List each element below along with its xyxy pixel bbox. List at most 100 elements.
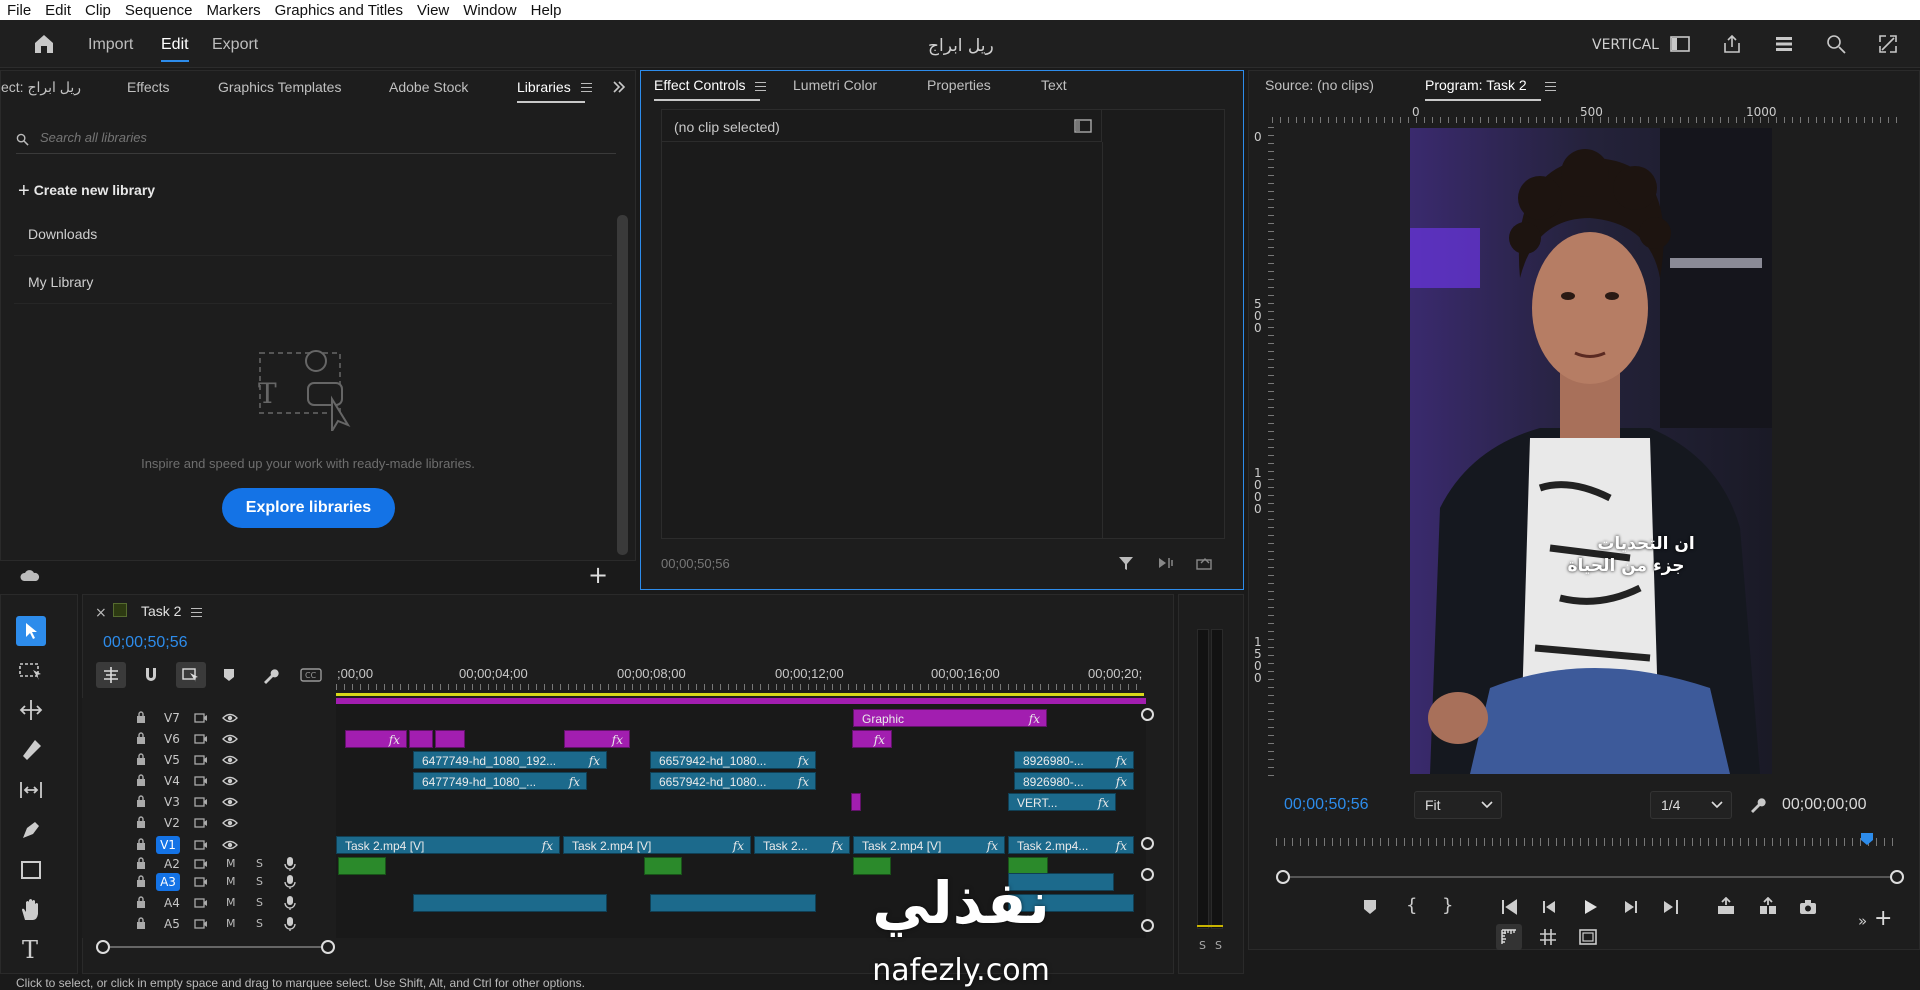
fx-badge[interactable]: fx <box>832 837 843 853</box>
timeline-clip[interactable]: 6657942-hd_1080... fx <box>650 772 816 790</box>
track-label[interactable]: V1 <box>156 836 180 854</box>
fx-badge[interactable]: fx <box>1116 752 1127 768</box>
lock-icon[interactable] <box>136 732 146 744</box>
share-icon[interactable] <box>1720 32 1744 56</box>
track-label[interactable]: A5 <box>164 917 180 931</box>
step-back-icon[interactable] <box>1540 897 1560 917</box>
sync-lock-icon[interactable] <box>194 876 208 892</box>
menu-file[interactable]: File <box>7 2 31 19</box>
timeline-clip[interactable]: fx <box>564 730 630 748</box>
timeline-timecode[interactable]: 00;00;50;56 <box>103 634 188 652</box>
timeline-clip[interactable] <box>435 730 465 748</box>
program-current-time[interactable]: 00;00;50;56 <box>1284 796 1369 814</box>
pen-tool-icon[interactable] <box>17 816 45 844</box>
menu-view[interactable]: View <box>417 2 449 19</box>
zoom-handle-right[interactable] <box>1890 870 1904 884</box>
sync-lock-icon[interactable] <box>194 712 208 728</box>
timeline-clip[interactable] <box>413 894 607 912</box>
sync-lock-icon[interactable] <box>194 775 208 791</box>
fx-badge[interactable]: fx <box>733 837 744 853</box>
tab-adobe-stock[interactable]: Adobe Stock <box>389 79 468 95</box>
queue-icon[interactable] <box>1772 32 1796 56</box>
program-zoom-bar[interactable] <box>1282 876 1896 878</box>
add-marker-timeline-icon[interactable] <box>222 667 236 683</box>
selection-tool[interactable] <box>16 616 46 646</box>
fx-badge[interactable]: fx <box>1116 773 1127 789</box>
track-label[interactable]: V3 <box>164 795 180 809</box>
eye-icon[interactable] <box>222 754 238 770</box>
add-library-icon[interactable]: + <box>588 561 608 589</box>
solo-button[interactable]: S <box>256 875 263 888</box>
timeline-clip[interactable]: Task 2... fx <box>754 836 850 854</box>
rectangle-tool-icon[interactable] <box>17 856 45 884</box>
library-search-input[interactable] <box>40 130 600 145</box>
lock-icon[interactable] <box>136 795 146 807</box>
export-frame-icon[interactable] <box>1195 555 1213 571</box>
panel-overflow-icon[interactable] <box>611 79 627 95</box>
menu-graphics[interactable]: Graphics and Titles <box>275 2 403 19</box>
play-audio-icon[interactable] <box>1157 555 1175 571</box>
timeline-clip[interactable]: Task 2.mp4 [V] fx <box>336 836 560 854</box>
filter-icon[interactable] <box>1117 554 1135 572</box>
workspace-label[interactable]: VERTICAL <box>1592 37 1659 53</box>
lift-icon[interactable] <box>1716 897 1736 917</box>
safe-zone-icon[interactable] <box>1578 927 1598 947</box>
timeline-clip[interactable]: Graphic fx <box>853 709 1047 727</box>
lock-icon[interactable] <box>136 875 146 887</box>
program-video-frame[interactable]: ان التحديات جزء من الحياة <box>1410 128 1772 774</box>
timeline-ruler-ticks[interactable] <box>336 684 1144 690</box>
mute-button[interactable]: M <box>226 896 236 909</box>
microphone-icon[interactable] <box>284 916 296 936</box>
audio-scroll-top-handle[interactable] <box>1141 868 1154 881</box>
resolution-dropdown[interactable]: 1/4 <box>1650 791 1732 819</box>
tab-import[interactable]: Import <box>88 36 133 54</box>
lock-icon[interactable] <box>136 857 146 869</box>
fx-badge[interactable]: fx <box>389 731 400 747</box>
work-area-bar[interactable] <box>336 693 1144 696</box>
menu-sequence[interactable]: Sequence <box>125 2 193 19</box>
tab-export[interactable]: Export <box>212 36 258 54</box>
home-icon[interactable] <box>32 32 56 56</box>
tab-graphics-templates[interactable]: Graphics Templates <box>218 79 341 95</box>
snap-magnet-icon[interactable] <box>142 666 160 684</box>
hand-tool-icon[interactable] <box>17 896 45 924</box>
audio-scroll-bottom-handle[interactable] <box>1141 919 1154 932</box>
timeline-zoom-bar[interactable] <box>102 946 328 948</box>
fx-badge[interactable]: fx <box>874 731 885 747</box>
menu-edit[interactable]: Edit <box>45 2 71 19</box>
tab-libraries[interactable]: Libraries <box>517 79 585 103</box>
menu-help[interactable]: Help <box>531 2 562 19</box>
explore-libraries-button[interactable]: Explore libraries <box>222 488 395 528</box>
sync-lock-icon[interactable] <box>194 858 208 874</box>
tab-source-monitor[interactable]: Source: (no clips) <box>1265 77 1374 93</box>
track-label[interactable]: A4 <box>164 896 180 910</box>
track-label[interactable]: V6 <box>164 732 180 746</box>
solo-button[interactable]: S <box>256 917 263 930</box>
wrench-icon[interactable] <box>1748 796 1766 814</box>
zoom-handle-left[interactable] <box>1276 870 1290 884</box>
eye-icon[interactable] <box>222 796 238 812</box>
slip-tool-icon[interactable] <box>17 776 45 804</box>
sequence-menu-icon[interactable] <box>191 608 202 617</box>
fx-badge[interactable]: fx <box>798 752 809 768</box>
library-item-downloads[interactable]: Downloads <box>14 212 612 256</box>
sync-lock-icon[interactable] <box>194 839 208 855</box>
lock-icon[interactable] <box>136 896 146 908</box>
eye-icon[interactable] <box>222 775 238 791</box>
audio-keyframe-clip[interactable] <box>338 857 386 875</box>
lock-icon[interactable] <box>136 753 146 765</box>
libraries-scrollbar[interactable] <box>617 215 628 555</box>
lock-icon[interactable] <box>136 816 146 828</box>
tab-project[interactable]: ect: ريل ابراج <box>1 79 81 96</box>
safe-margins-button[interactable] <box>1496 924 1522 950</box>
fx-badge[interactable]: fx <box>1098 794 1109 810</box>
tab-program-monitor[interactable]: Program: Task 2 <box>1425 77 1541 101</box>
fx-badge[interactable]: fx <box>542 837 553 853</box>
grid-icon[interactable] <box>1538 927 1558 947</box>
microphone-icon[interactable] <box>284 874 296 894</box>
fx-badge[interactable]: fx <box>798 773 809 789</box>
linked-selection-button[interactable] <box>176 662 206 688</box>
fx-badge[interactable]: fx <box>987 837 998 853</box>
timeline-clip[interactable]: fx <box>852 730 892 748</box>
track-select-tool-icon[interactable] <box>17 656 45 684</box>
